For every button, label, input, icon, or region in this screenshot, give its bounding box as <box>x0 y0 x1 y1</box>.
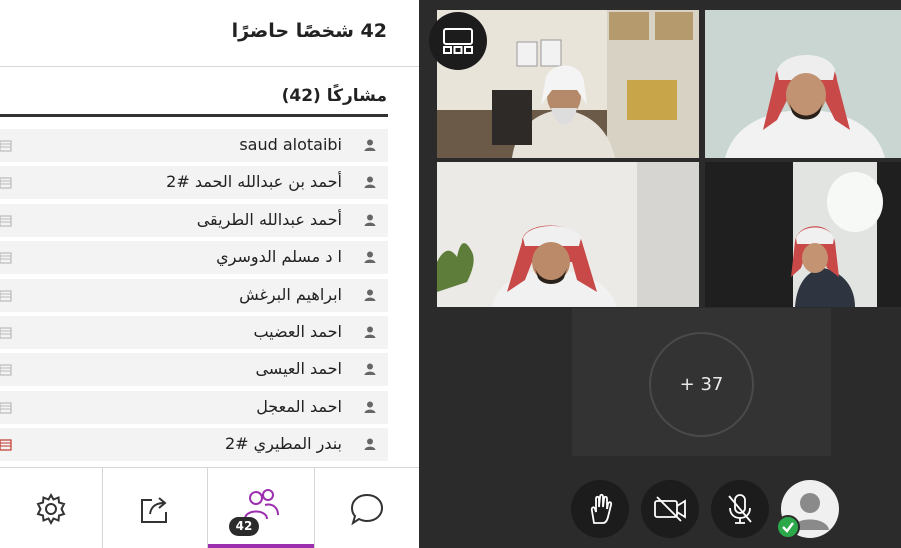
raise-hand-status-icon <box>0 402 12 414</box>
person-icon <box>364 401 376 413</box>
bottom-toolbar: 42 <box>0 467 419 548</box>
mic-off-icon <box>728 494 752 524</box>
person-icon <box>364 289 376 301</box>
video-tile-3[interactable] <box>437 162 699 307</box>
gallery-layout-icon <box>443 28 473 54</box>
people-icon <box>244 488 279 519</box>
participants-panel: 42 شخصًا حاضرًا مشاركًا (42) saud alotai… <box>0 0 419 548</box>
raise-hand-status-icon <box>0 177 12 189</box>
camera-off-icon <box>654 496 686 522</box>
video-tile-2[interactable] <box>705 10 901 158</box>
camera-toggle-button[interactable] <box>641 480 699 538</box>
participant-row[interactable]: احمد العضيب <box>0 315 388 349</box>
video-feed-2 <box>705 10 901 158</box>
participant-name: احمد العضيب <box>253 321 342 341</box>
people-tab-button[interactable] <box>208 468 314 548</box>
person-icon <box>364 438 376 451</box>
participant-row[interactable]: ا د مسلم الدوسري <box>0 241 388 275</box>
participant-row[interactable]: احمد العيسى <box>0 353 388 387</box>
participants-heading: مشاركًا (42) <box>281 86 387 106</box>
participant-name: أحمد عبدالله الطريقى <box>196 209 342 229</box>
participant-name: احمد المعجل <box>256 396 342 416</box>
share-icon <box>141 496 167 523</box>
participant-row[interactable]: أحمد عبدالله الطريقى <box>0 203 388 237</box>
video-feed-3 <box>437 162 699 307</box>
share-button[interactable] <box>103 468 207 548</box>
participant-row[interactable]: saud alotaibi <box>0 129 388 162</box>
video-tile-4[interactable] <box>705 162 901 307</box>
video-feed-4 <box>791 162 883 307</box>
settings-icon <box>36 492 66 525</box>
person-icon <box>364 251 376 264</box>
panel-header: 42 شخصًا حاضرًا <box>0 0 419 67</box>
chat-button[interactable] <box>315 468 419 548</box>
layout-toggle-button[interactable] <box>429 12 487 70</box>
participant-name: ا د مسلم الدوسري <box>216 247 342 267</box>
raise-hand-status-icon <box>0 140 12 152</box>
participant-row[interactable]: ابراهيم البرغش <box>0 278 388 312</box>
raise-hand-status-icon <box>0 289 12 302</box>
chat-icon <box>350 493 384 525</box>
participant-name: احمد العيسى <box>255 359 342 379</box>
checkmark-icon <box>782 522 794 533</box>
participant-name: saud alotaibi <box>239 135 342 154</box>
raise-hand-status-icon <box>0 252 12 264</box>
person-icon <box>364 363 376 376</box>
heading-divider <box>0 114 388 117</box>
participant-name: ابراهيم البرغش <box>239 284 342 304</box>
participant-row[interactable]: بندر المطيري #2 <box>0 428 388 462</box>
raise-hand-status-icon <box>0 439 12 451</box>
participant-row[interactable]: احمد المعجل <box>0 390 388 424</box>
mic-toggle-button[interactable] <box>711 480 769 538</box>
participant-name: أحمد بن عبدالله الحمد #2 <box>166 172 342 192</box>
raise-hand-icon <box>590 493 613 524</box>
active-tab-indicator <box>208 544 314 548</box>
participant-row[interactable]: أحمد بن عبدالله الحمد #2 <box>0 166 388 200</box>
more-participants-count[interactable]: 37 + <box>649 332 754 437</box>
panel-title: 42 شخصًا حاضرًا <box>231 20 387 42</box>
settings-button[interactable] <box>0 468 102 548</box>
people-count-badge: 42 <box>229 517 259 536</box>
raise-hand-status-icon <box>0 364 12 376</box>
person-icon <box>364 139 376 151</box>
person-icon <box>364 214 376 226</box>
person-icon <box>364 176 376 189</box>
participant-list: saud alotaibi أحمد بن عبدالله الحمد #2 أحم… <box>0 129 388 466</box>
raise-hand-status-icon <box>0 327 12 339</box>
person-icon <box>364 326 376 338</box>
raise-hand-button[interactable] <box>571 480 629 538</box>
connected-status-badge <box>776 515 800 539</box>
participant-name: بندر المطيري #2 <box>224 434 342 454</box>
raise-hand-status-icon <box>0 215 12 227</box>
